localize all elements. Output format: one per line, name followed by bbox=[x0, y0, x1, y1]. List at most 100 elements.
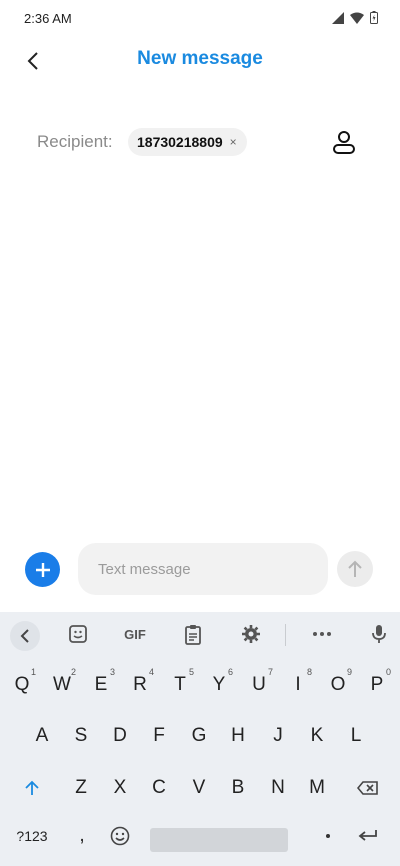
battery-icon bbox=[370, 11, 378, 24]
key-label: P bbox=[370, 674, 384, 695]
key-hint: 4 bbox=[148, 667, 154, 677]
keyboard-collapse-button[interactable] bbox=[10, 621, 40, 651]
key-label: Y bbox=[212, 674, 226, 695]
key-y[interactable]: Y6 bbox=[199, 665, 239, 705]
send-button[interactable] bbox=[337, 551, 373, 587]
key-hint: 3 bbox=[109, 667, 115, 677]
backspace-icon bbox=[357, 781, 378, 795]
enter-key[interactable] bbox=[348, 816, 388, 856]
key-label: O bbox=[330, 674, 346, 695]
keyboard: GIF Q1 W2 E3 R4 T5 Y6 U7 I8 O9 P0 A S D … bbox=[0, 612, 400, 866]
key-p[interactable]: P0 bbox=[357, 665, 397, 705]
key-hint: 7 bbox=[267, 667, 273, 677]
keyboard-row-bottom: ?123 , bbox=[0, 816, 400, 856]
key-f[interactable]: F bbox=[139, 716, 179, 756]
emoji-icon bbox=[110, 826, 130, 846]
key-z[interactable]: Z bbox=[61, 768, 101, 808]
key-i[interactable]: I8 bbox=[278, 665, 318, 705]
key-n[interactable]: N bbox=[258, 768, 298, 808]
recipient-label: Recipient: bbox=[37, 132, 113, 151]
keyboard-row-3: Z X C V B N M bbox=[0, 768, 400, 808]
space-key[interactable] bbox=[150, 828, 288, 852]
period-key[interactable] bbox=[308, 816, 348, 856]
voice-input-button[interactable] bbox=[368, 622, 390, 646]
key-label: W bbox=[53, 674, 71, 695]
gif-button[interactable]: GIF bbox=[120, 622, 150, 646]
key-label: T bbox=[174, 674, 186, 695]
key-w[interactable]: W2 bbox=[42, 665, 82, 705]
header: New message bbox=[0, 36, 400, 86]
recipient-chip[interactable]: 18730218809 × bbox=[128, 128, 247, 156]
chevron-left-icon bbox=[20, 629, 29, 643]
emoji-key[interactable] bbox=[100, 816, 140, 856]
status-bar: 2:36 AM bbox=[0, 0, 400, 36]
settings-button[interactable] bbox=[239, 622, 263, 646]
recipient-row: Recipient: 18730218809 × bbox=[0, 124, 400, 160]
keyboard-toolbar: GIF bbox=[0, 612, 400, 656]
add-attachment-button[interactable] bbox=[25, 552, 60, 587]
page-title: New message bbox=[137, 48, 263, 69]
period-glyph-icon bbox=[326, 834, 330, 838]
clipboard-icon bbox=[185, 624, 201, 645]
key-x[interactable]: X bbox=[100, 768, 140, 808]
shift-arrow-icon bbox=[25, 780, 39, 795]
key-e[interactable]: E3 bbox=[81, 665, 121, 705]
key-s[interactable]: S bbox=[61, 716, 101, 756]
enter-icon bbox=[358, 830, 377, 841]
key-hint: 8 bbox=[306, 667, 312, 677]
key-hint: 6 bbox=[227, 667, 233, 677]
key-hint: 0 bbox=[385, 667, 391, 677]
key-hint: 2 bbox=[70, 667, 76, 677]
gear-icon bbox=[242, 625, 260, 643]
key-u[interactable]: U7 bbox=[239, 665, 279, 705]
key-label: R bbox=[133, 674, 147, 695]
key-r[interactable]: R4 bbox=[120, 665, 160, 705]
more-dots-icon bbox=[313, 632, 331, 636]
status-icons bbox=[332, 11, 378, 24]
status-time: 2:36 AM bbox=[24, 11, 72, 26]
key-label: I bbox=[295, 674, 301, 695]
send-arrow-icon bbox=[348, 560, 362, 577]
clipboard-button[interactable] bbox=[181, 622, 205, 646]
message-input[interactable]: Text message bbox=[78, 543, 328, 595]
plus-icon bbox=[35, 562, 50, 577]
key-label: U bbox=[252, 674, 266, 695]
key-hint: 9 bbox=[346, 667, 352, 677]
contact-icon bbox=[333, 131, 355, 154]
compose-bar: Text message bbox=[0, 543, 400, 595]
key-j[interactable]: J bbox=[258, 716, 298, 756]
keyboard-row-2: A S D F G H J K L bbox=[0, 716, 400, 756]
key-g[interactable]: G bbox=[179, 716, 219, 756]
contact-picker-button[interactable] bbox=[330, 128, 358, 156]
sticker-button[interactable] bbox=[66, 622, 90, 646]
key-label: Q bbox=[14, 674, 30, 695]
key-q[interactable]: Q1 bbox=[2, 665, 42, 705]
key-hint: 1 bbox=[30, 667, 36, 677]
signal-icon bbox=[332, 11, 344, 24]
key-hint: 5 bbox=[188, 667, 194, 677]
backspace-key[interactable] bbox=[348, 768, 388, 808]
keyboard-row-1: Q1 W2 E3 R4 T5 Y6 U7 I8 O9 P0 bbox=[0, 665, 400, 705]
key-t[interactable]: T5 bbox=[160, 665, 200, 705]
key-a[interactable]: A bbox=[22, 716, 62, 756]
comma-key[interactable]: , bbox=[62, 816, 102, 856]
more-button[interactable] bbox=[309, 622, 335, 646]
key-m[interactable]: M bbox=[297, 768, 337, 808]
key-h[interactable]: H bbox=[218, 716, 258, 756]
key-l[interactable]: L bbox=[336, 716, 376, 756]
key-label: E bbox=[94, 674, 108, 695]
toolbar-divider bbox=[285, 624, 286, 646]
key-v[interactable]: V bbox=[179, 768, 219, 808]
wifi-icon bbox=[350, 12, 364, 24]
key-d[interactable]: D bbox=[100, 716, 140, 756]
recipient-number: 18730218809 bbox=[137, 134, 223, 150]
symbols-key[interactable]: ?123 bbox=[8, 816, 56, 856]
shift-key[interactable] bbox=[12, 768, 52, 808]
key-b[interactable]: B bbox=[218, 768, 258, 808]
key-c[interactable]: C bbox=[139, 768, 179, 808]
sticker-icon bbox=[69, 625, 87, 643]
microphone-icon bbox=[372, 625, 386, 643]
remove-recipient-icon[interactable]: × bbox=[230, 136, 237, 148]
key-o[interactable]: O9 bbox=[318, 665, 358, 705]
key-k[interactable]: K bbox=[297, 716, 337, 756]
